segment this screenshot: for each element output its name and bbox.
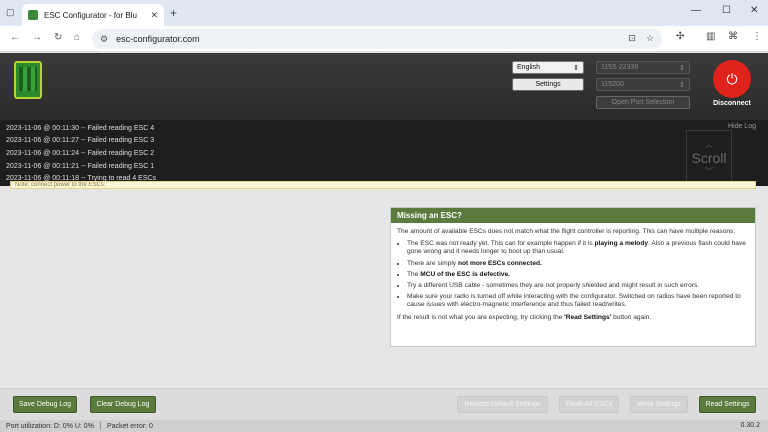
chevron-updown-icon: ⇕ (679, 81, 685, 89)
extensions-icon[interactable]: ✣ (676, 31, 684, 42)
log-line: 2023-11-06 @ 00:11:21 -- Failed reading … (6, 163, 155, 170)
browser-more-icon[interactable]: ⋮ (752, 31, 762, 42)
language-select[interactable]: English ⇕ (512, 61, 584, 74)
packet-error: Packet error: 0 (106, 422, 153, 430)
log-line: 2023-11-06 @ 00:11:30 -- Failed reading … (6, 125, 155, 132)
reload-icon[interactable]: ↻ (54, 32, 62, 43)
panel-intro: The amount of available ESCs does not ma… (397, 228, 736, 235)
port-utilization: Port utilization: D: 0% U: 0% (6, 422, 94, 430)
address-bar[interactable]: ⚙ esc-configurator.com ⊡ ☆ (92, 29, 662, 49)
read-settings-button[interactable]: Read Settings (699, 396, 756, 413)
panel-title: Missing an ESC? (391, 208, 755, 223)
log-scroll-toggle[interactable]: ︿ Scroll ﹀ (686, 130, 732, 186)
port-select[interactable]: 115S 22336 ⇕ (596, 61, 690, 74)
esc-logo-icon (14, 61, 42, 99)
list-item: The MCU of the ESC is defective. (407, 271, 749, 279)
chevron-updown-icon: ⇕ (679, 64, 685, 72)
maximize-button[interactable]: ☐ (722, 5, 731, 16)
log-line: 2023-11-06 @ 00:11:24 -- Failed reading … (6, 150, 155, 157)
disconnect-label[interactable]: Disconnect (700, 100, 764, 107)
baud-value: 115200 (601, 81, 624, 88)
open-port-selection-button[interactable]: Open Port Selection (596, 96, 690, 109)
install-app-icon[interactable]: ⊡ (628, 33, 636, 44)
panel-outro: If the result is not what you are expect… (397, 313, 652, 321)
clear-debug-log-button[interactable]: Clear Debug Log (90, 396, 156, 413)
back-icon[interactable]: ← (10, 32, 20, 43)
log-line: 2023-11-06 @ 00:11:27 -- Failed reading … (6, 137, 155, 144)
chevron-up-icon: ︿ (705, 140, 713, 149)
log-panel: Hide Log 2023-11-06 @ 00:11:30 -- Failed… (0, 120, 768, 186)
missing-esc-panel: Missing an ESC? The amount of available … (390, 207, 756, 347)
language-value: English (517, 64, 540, 71)
tab-close-icon[interactable]: ✕ (150, 10, 158, 21)
esc-favicon-icon (28, 10, 38, 20)
list-item: There are simply not more ESCs connected… (407, 260, 749, 268)
hide-log-link[interactable]: Hide Log (728, 123, 756, 130)
browser-tab[interactable]: ESC Configurator - for Blu ✕ (22, 4, 164, 26)
list-item: Try a different USB cable - sometimes th… (407, 282, 749, 290)
url-text: esc-configurator.com (116, 34, 200, 44)
tab-title: ESC Configurator - for Blu (44, 10, 137, 20)
forward-icon[interactable]: → (32, 32, 42, 43)
bookmark-star-icon[interactable]: ☆ (646, 33, 654, 44)
restore-default-settings-button[interactable]: Restore Default Settings (457, 396, 548, 413)
chevron-updown-icon: ⇕ (573, 64, 579, 72)
save-debug-log-button[interactable]: Save Debug Log (13, 396, 77, 413)
browser-toolbar: ← → ↻ ⌂ ⚙ esc-configurator.com ⊡ ☆ ✣ ▥ ⌘… (0, 26, 768, 52)
new-tab-button[interactable]: + (170, 6, 177, 20)
usb-plug-icon: ⏻ (726, 70, 738, 87)
minimize-button[interactable]: — (691, 5, 701, 16)
port-value: 115S 22336 (601, 64, 639, 71)
flash-all-escs-button[interactable]: Flash All ESCs (559, 396, 619, 413)
browser-menu-icon[interactable]: ▢ (6, 7, 15, 18)
extension-puzzle-icon[interactable]: ⌘ (728, 31, 738, 42)
notice-strip: Note: connect power to the ESCs. (10, 181, 756, 189)
home-icon[interactable]: ⌂ (74, 32, 80, 43)
write-settings-button[interactable]: Write Settings (630, 396, 688, 413)
site-settings-icon[interactable]: ⚙ (100, 34, 108, 45)
scroll-label: Scroll (691, 150, 727, 166)
chevron-down-icon: ﹀ (705, 167, 713, 176)
close-window-button[interactable]: ✕ (750, 5, 758, 16)
status-bar: Port utilization: D: 0% U: 0% Packet err… (0, 420, 768, 432)
browser-tab-strip: ▢ ESC Configurator - for Blu ✕ + — ☐ ✕ (0, 0, 768, 26)
version-label: 0.30.2 (740, 422, 760, 429)
list-item: The ESC was not ready yet. This can for … (407, 240, 749, 256)
sidepanel-icon[interactable]: ▥ (706, 31, 715, 42)
disconnect-button[interactable]: ⏻ (713, 60, 751, 98)
settings-button[interactable]: Settings (512, 78, 584, 91)
baud-select[interactable]: 115200 ⇕ (596, 78, 690, 91)
list-item: Make sure your radio is turned off while… (407, 293, 749, 309)
